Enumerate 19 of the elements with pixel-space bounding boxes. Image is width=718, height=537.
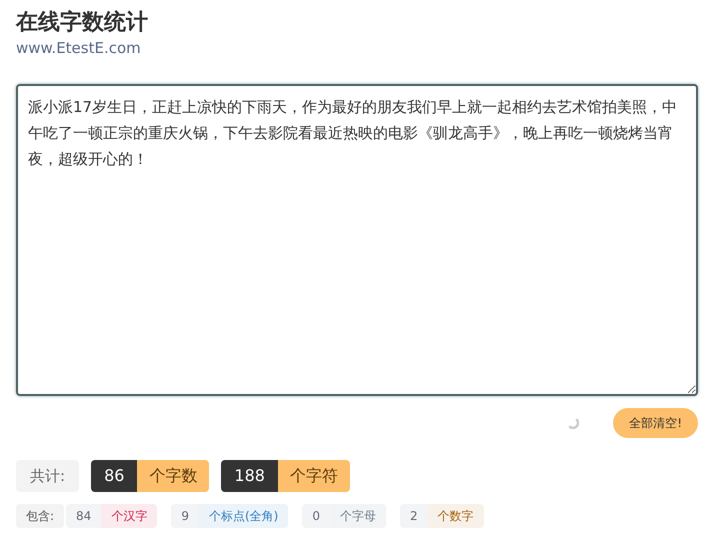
- text-input[interactable]: 派小派17岁生日，正赶上凉快的下雨天，作为最好的朋友我们早上就一起相约去艺术馆拍美照，中午吃了一顿正宗的重庆火锅，下午去影院看最近热映的电影《驯龙高手》，晚上再吃一顿烧烤当宵夜，超级开心的！: [16, 84, 698, 396]
- count-unit: 个汉字: [101, 504, 158, 528]
- contains-label: 包含:: [16, 504, 64, 528]
- count-value: 2: [400, 504, 428, 528]
- count-value: 86: [91, 460, 138, 492]
- count-value: 84: [66, 504, 102, 528]
- clear-all-button[interactable]: 全部清空!: [613, 408, 698, 438]
- page-title: 在线字数统计: [16, 8, 148, 37]
- total-label: 共计:: [16, 460, 80, 492]
- count-unit: 个字母: [330, 504, 386, 528]
- count-unit: 个字符: [278, 460, 350, 492]
- count-value: 9: [171, 504, 199, 528]
- count-unit: 个字数: [137, 460, 210, 492]
- count-unit: 个数字: [428, 504, 484, 528]
- count-value: 0: [302, 504, 330, 528]
- spinner-icon: [567, 417, 580, 429]
- count-unit: 个标点(全角): [198, 504, 288, 528]
- site-url: www.EtestE.com: [16, 38, 141, 58]
- count-value: 188: [221, 460, 278, 492]
